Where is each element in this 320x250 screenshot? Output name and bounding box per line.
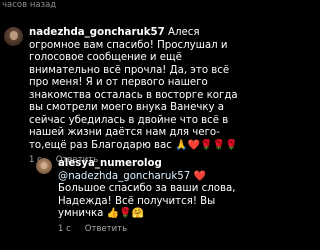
reply-reply-button[interactable]: Ответить <box>85 224 127 234</box>
avatar-face <box>9 31 18 40</box>
reply-emoji: 👍🌹🤗 <box>106 208 145 219</box>
reply-avatar[interactable] <box>36 158 52 174</box>
reply-comment: alesya_numerolog @nadezhda_goncharuk57 ❤… <box>36 158 246 234</box>
reply-text-block: alesya_numerolog @nadezhda_goncharuk57 ❤… <box>58 158 246 221</box>
comment-text-block: nadezhda_goncharuk57 Алеся огромное вам … <box>29 27 248 152</box>
comment-username[interactable]: nadezhda_goncharuk57 <box>29 27 165 38</box>
comment: nadezhda_goncharuk57 Алеся огромное вам … <box>4 27 248 165</box>
reply-avatar-face <box>40 161 48 169</box>
comment-emoji: 🙏❤️🌹🌹🌹 <box>175 139 238 151</box>
comment-body: nadezhda_goncharuk57 Алеся огромное вам … <box>29 27 248 165</box>
reply-meta: 1 с Ответить <box>58 224 246 234</box>
reply-text: Большое спасибо за ваши слова, Надежда! … <box>58 183 236 219</box>
reply-mention[interactable]: @nadezhda_goncharuk57 <box>58 171 190 182</box>
comment-text: Алеся огромное вам спасибо! Прослушал и … <box>29 27 238 151</box>
reply-body: alesya_numerolog @nadezhda_goncharuk57 ❤… <box>58 158 246 234</box>
reply-username[interactable]: alesya_numerolog <box>58 158 162 169</box>
reply-time: 1 с <box>58 223 71 234</box>
previous-comment-timestamp: часов назад <box>2 0 57 10</box>
avatar[interactable] <box>4 27 23 46</box>
reply-heart-emoji: ❤️ <box>193 170 206 182</box>
